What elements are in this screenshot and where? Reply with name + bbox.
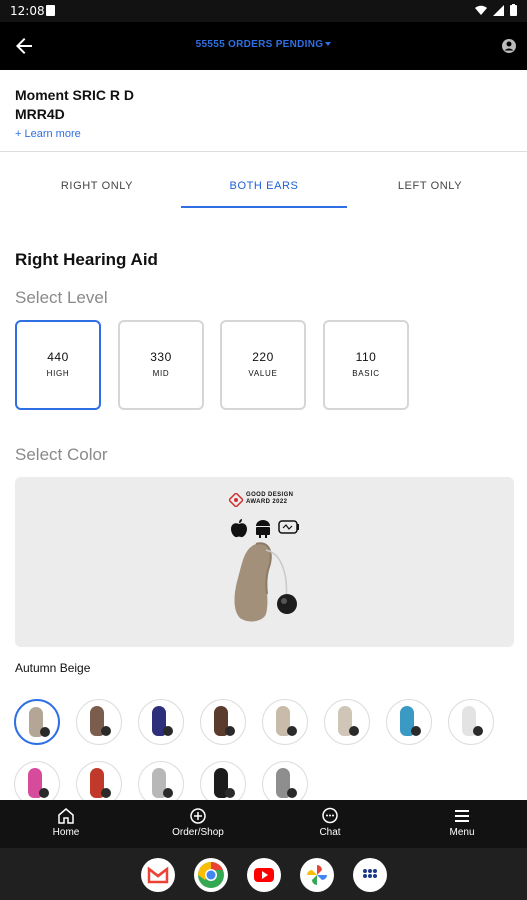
youtube-icon (254, 868, 274, 882)
photos-pinwheel-icon (307, 865, 327, 885)
hearing-aid-product-image (234, 542, 297, 622)
swatch-dome (225, 788, 235, 798)
status-bar: 12:08 (0, 0, 527, 22)
status-time: 12:08 (10, 4, 45, 18)
swatch-dome (101, 726, 111, 736)
good-design-award-icon (229, 493, 243, 507)
chrome-app-icon[interactable] (194, 858, 228, 892)
nav-order-shop[interactable]: Order/Shop (148, 800, 248, 838)
nav-menu[interactable]: Menu (412, 800, 512, 838)
swatch-dome (163, 788, 173, 798)
swatch-dome (39, 788, 49, 798)
battery-icon (510, 4, 517, 16)
learn-more-link[interactable]: + Learn more (15, 128, 134, 140)
swatch-dome (411, 726, 421, 736)
level-number: 110 (355, 350, 377, 364)
chat-icon (322, 807, 338, 824)
award-line-2: AWARD 2022 (246, 499, 288, 505)
level-name: MID (152, 369, 170, 378)
level-number: 220 (252, 350, 274, 364)
swatch-dome (287, 788, 297, 798)
orders-pending-label: 55555 ORDERS PENDING (195, 39, 324, 50)
nav-order-shop-label: Order/Shop (172, 827, 224, 838)
bottom-navigation: Home Order/Shop Chat Menu (0, 800, 527, 848)
swatch-dome (473, 726, 483, 736)
chrome-icon (198, 862, 224, 888)
bluetooth-battery-icon (278, 520, 299, 534)
color-swatch[interactable] (76, 699, 122, 745)
swatch-dome (101, 788, 111, 798)
color-swatch[interactable] (386, 699, 432, 745)
ear-tabs: RIGHT ONLY BOTH EARS LEFT ONLY (0, 168, 527, 208)
level-name: VALUE (248, 369, 278, 378)
level-name: BASIC (352, 369, 380, 378)
color-swatch[interactable] (262, 699, 308, 745)
product-code: MRR4D (15, 106, 65, 122)
orders-pending-dropdown[interactable]: 55555 ORDERS PENDING (0, 39, 527, 50)
color-swatch[interactable] (448, 699, 494, 745)
section-title: Right Hearing Aid (15, 250, 158, 269)
app-grid-icon (363, 869, 377, 878)
level-option-440[interactable]: 440 HIGH (15, 320, 101, 410)
android-icon (256, 520, 270, 538)
youtube-app-icon[interactable] (247, 858, 281, 892)
caret-down-icon (325, 42, 332, 47)
award-line-1: GOOD DESIGN (246, 492, 294, 498)
status-icons (475, 4, 517, 16)
swatch-dome (287, 726, 297, 736)
tab-left-only[interactable]: LEFT ONLY (347, 168, 513, 208)
selected-color-name: Autumn Beige (15, 661, 91, 675)
wifi-icon (475, 5, 487, 15)
app-bar: 55555 ORDERS PENDING (0, 22, 527, 70)
gmail-icon (147, 866, 169, 884)
photos-app-icon[interactable] (300, 858, 334, 892)
swatch-dome (40, 727, 50, 737)
app-drawer-button[interactable] (353, 858, 387, 892)
level-number: 440 (47, 350, 69, 364)
swatch-dome (163, 726, 173, 736)
tab-both-ears[interactable]: BOTH EARS (181, 168, 347, 208)
color-swatch[interactable] (138, 699, 184, 745)
gmail-app-icon[interactable] (141, 858, 175, 892)
award-text: GOOD DESIGN AWARD 2022 (246, 492, 293, 506)
account-icon[interactable] (501, 38, 517, 54)
select-level-heading: Select Level (15, 288, 108, 307)
nav-menu-label: Menu (449, 827, 475, 838)
swatch-dome (349, 726, 359, 736)
color-swatch[interactable] (14, 699, 60, 745)
nav-chat-label: Chat (319, 827, 341, 838)
level-option-110[interactable]: 110 BASIC (323, 320, 409, 410)
divider (0, 151, 527, 152)
add-circle-icon (190, 808, 206, 824)
sd-card-icon (46, 5, 55, 16)
select-color-heading: Select Color (15, 445, 108, 464)
level-option-330[interactable]: 330 MID (118, 320, 204, 410)
color-swatch[interactable] (324, 699, 370, 745)
product-name: Moment SRIC R D (15, 87, 134, 103)
nav-home-label: Home (52, 827, 80, 838)
level-name: HIGH (46, 369, 70, 378)
apple-icon (231, 519, 247, 538)
product-info: Moment SRIC R D MRR4D + Learn more (15, 86, 134, 140)
level-number: 330 (150, 350, 172, 364)
home-icon (58, 808, 74, 824)
active-tab-indicator (181, 206, 347, 208)
nav-chat[interactable]: Chat (280, 800, 380, 838)
color-swatch[interactable] (200, 699, 246, 745)
hamburger-menu-icon (455, 810, 469, 822)
level-option-220[interactable]: 220 VALUE (220, 320, 306, 410)
signal-icon (493, 4, 504, 16)
nav-home[interactable]: Home (16, 800, 116, 838)
tab-right-only[interactable]: RIGHT ONLY (14, 168, 180, 208)
swatch-dome (225, 726, 235, 736)
